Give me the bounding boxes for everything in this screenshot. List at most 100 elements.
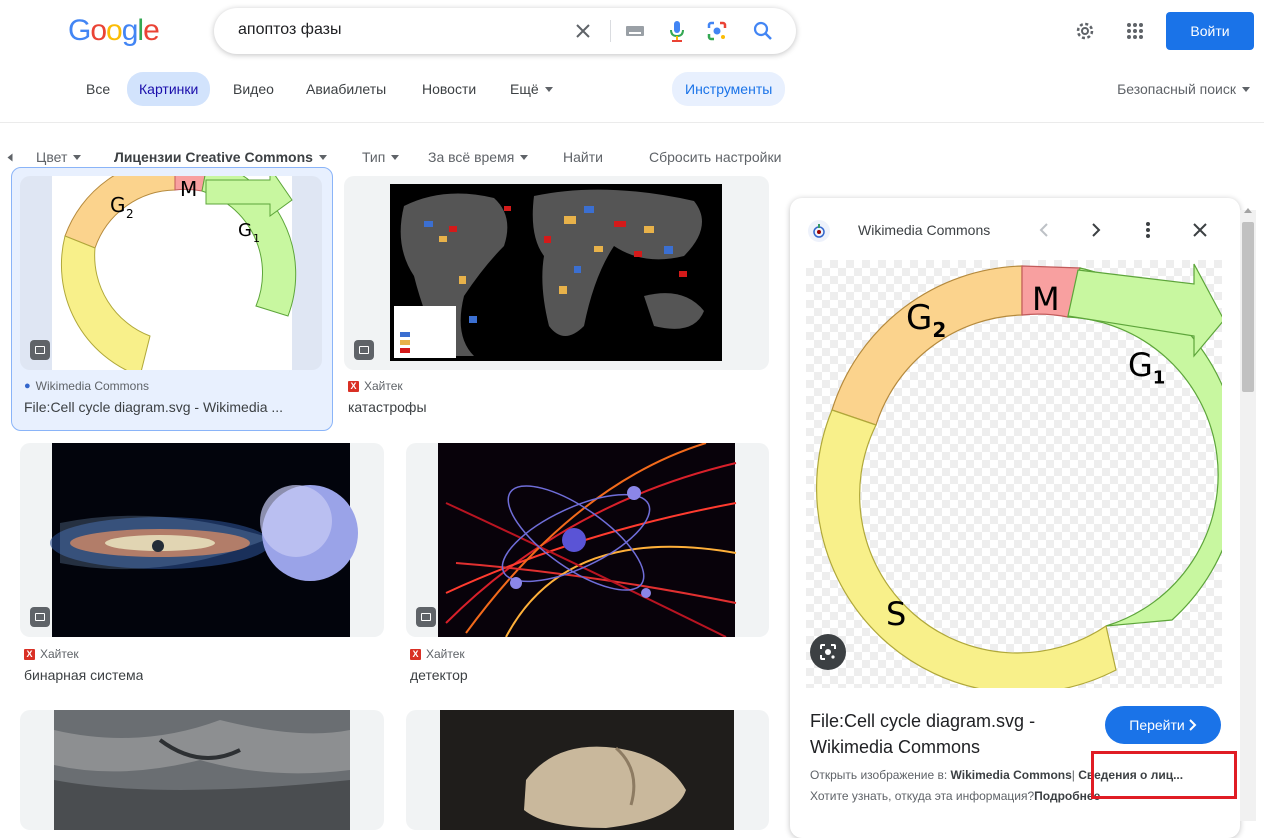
- result-title[interactable]: катастрофы: [348, 399, 427, 415]
- chevron-down-icon: [73, 154, 82, 160]
- result-thumbnail[interactable]: [20, 443, 384, 637]
- safesearch-label: Безопасный поиск: [1117, 81, 1236, 97]
- haytek-favicon-icon: X: [410, 648, 421, 660]
- open-in-link[interactable]: Wikimedia Commons: [951, 768, 1072, 782]
- svg-text:M: M: [180, 177, 197, 201]
- highlight-box: [1091, 751, 1237, 799]
- search-divider: [610, 20, 611, 42]
- result-source[interactable]: ● Wikimedia Commons: [24, 379, 149, 393]
- tab-more-label: Ещё: [510, 81, 539, 97]
- svg-text:G: G: [110, 193, 126, 217]
- binary-system-thumbnail: [50, 443, 358, 637]
- svg-text:G: G: [238, 220, 252, 241]
- filter-reset[interactable]: Сбросить настройки: [649, 146, 781, 168]
- preview-image[interactable]: G2 M G1 S: [806, 260, 1240, 694]
- world-map-thumbnail: [390, 184, 722, 361]
- g2-subscript: 2: [932, 317, 947, 342]
- diagram-label-g1: G1: [1128, 346, 1165, 388]
- filter-type-label: Тип: [362, 149, 386, 165]
- tab-video[interactable]: Видео: [233, 72, 274, 106]
- result-source-name: Хайтек: [364, 379, 403, 393]
- tab-images[interactable]: Картинки: [127, 72, 211, 106]
- tab-more[interactable]: Ещё: [510, 72, 553, 106]
- result-thumbnail[interactable]: [20, 710, 384, 830]
- diagram-label-s: S: [886, 595, 907, 633]
- where-from-text: Хотите узнать, откуда эта информация?: [810, 789, 1035, 803]
- image-preview-panel: Wikimedia Commons G2 M G1 S File:Cell cy…: [790, 198, 1240, 838]
- filter-license-label: Лицензии Creative Commons: [114, 149, 313, 165]
- panel-source[interactable]: Wikimedia Commons: [858, 222, 990, 238]
- svg-text:1: 1: [253, 232, 260, 245]
- result-title[interactable]: детектор: [410, 667, 468, 683]
- open-in-prefix: Открыть изображение в:: [810, 768, 948, 782]
- result-thumbnail[interactable]: [406, 710, 769, 830]
- search-box[interactable]: [214, 8, 796, 54]
- result-thumbnail[interactable]: [344, 176, 769, 370]
- image-badge-icon: [354, 340, 374, 360]
- haytek-favicon-icon: X: [24, 648, 35, 660]
- cell-cycle-diagram: [815, 263, 1240, 694]
- filter-license[interactable]: Лицензии Creative Commons: [114, 146, 327, 168]
- lens-icon: [820, 644, 836, 660]
- filter-time-label: За всё время: [428, 149, 515, 165]
- detector-thumbnail: [438, 443, 737, 637]
- lens-icon[interactable]: [704, 18, 730, 44]
- filter-color-label: Цвет: [36, 149, 68, 165]
- canyon-thumbnail: [54, 710, 350, 830]
- result-source-name: Хайтек: [426, 647, 465, 661]
- mic-icon[interactable]: [664, 18, 690, 44]
- filter-scroll-left[interactable]: [6, 146, 14, 168]
- filter-type[interactable]: Тип: [362, 146, 400, 168]
- result-title[interactable]: бинарная система: [24, 667, 143, 683]
- result-source[interactable]: X Хайтек: [348, 379, 403, 393]
- chevron-left-icon[interactable]: [1032, 218, 1056, 242]
- gear-icon[interactable]: [1072, 18, 1098, 44]
- chevron-down-icon: [544, 86, 553, 92]
- result-source[interactable]: X Хайтек: [24, 647, 79, 661]
- search-input[interactable]: [236, 20, 570, 40]
- chevron-down-icon: [1242, 86, 1250, 92]
- tab-flights[interactable]: Авиабилеты: [306, 72, 386, 106]
- chevron-down-icon: [318, 154, 327, 160]
- g1-letter: G: [1128, 346, 1153, 384]
- sign-in-button[interactable]: Войти: [1166, 12, 1254, 50]
- search-icon[interactable]: [750, 18, 776, 44]
- visit-button-label: Перейти: [1129, 717, 1185, 733]
- result-thumbnail[interactable]: [406, 443, 769, 637]
- more-options-icon[interactable]: [1136, 218, 1160, 242]
- filter-find[interactable]: Найти: [563, 146, 603, 168]
- artifact-thumbnail: [440, 710, 734, 830]
- chevron-right-icon[interactable]: [1084, 218, 1108, 242]
- g1-subscript: 1: [1152, 367, 1166, 389]
- tools-button[interactable]: Инструменты: [672, 72, 786, 106]
- panel-title[interactable]: File:Cell cycle diagram.svg - Wikimedia …: [810, 708, 1080, 760]
- image-badge-icon: [30, 607, 50, 627]
- result-thumbnail[interactable]: G 2 M G 1: [20, 176, 322, 370]
- wikimedia-favicon-icon: [808, 220, 830, 242]
- apps-icon[interactable]: [1122, 18, 1148, 44]
- lens-search-button[interactable]: [810, 634, 846, 670]
- safesearch-menu[interactable]: Безопасный поиск: [1117, 72, 1250, 106]
- diagram-label-g2: G2: [906, 298, 946, 342]
- result-source-name: Хайтек: [40, 647, 79, 661]
- keyboard-icon[interactable]: [622, 18, 648, 44]
- tab-all[interactable]: Все: [86, 72, 110, 106]
- clear-icon[interactable]: [570, 18, 596, 44]
- chevron-down-icon: [391, 154, 400, 160]
- haytek-favicon-icon: X: [348, 380, 359, 392]
- filter-color[interactable]: Цвет: [36, 146, 82, 168]
- chevron-down-icon: [520, 154, 529, 160]
- tab-news[interactable]: Новости: [422, 72, 476, 106]
- g2-letter: G: [906, 298, 933, 338]
- diagram-label-m: M: [1032, 280, 1060, 318]
- scrollbar-thumb[interactable]: [1242, 222, 1254, 392]
- google-logo[interactable]: Google: [68, 14, 160, 48]
- close-icon[interactable]: [1188, 218, 1212, 242]
- chevron-right-icon: [1189, 719, 1197, 731]
- header-divider: [0, 122, 1264, 123]
- scroll-up-icon[interactable]: [1244, 208, 1252, 213]
- filter-time[interactable]: За всё время: [428, 146, 529, 168]
- visit-button[interactable]: Перейти: [1105, 706, 1221, 744]
- result-title[interactable]: File:Cell cycle diagram.svg - Wikimedia …: [24, 399, 314, 415]
- result-source[interactable]: X Хайтек: [410, 647, 465, 661]
